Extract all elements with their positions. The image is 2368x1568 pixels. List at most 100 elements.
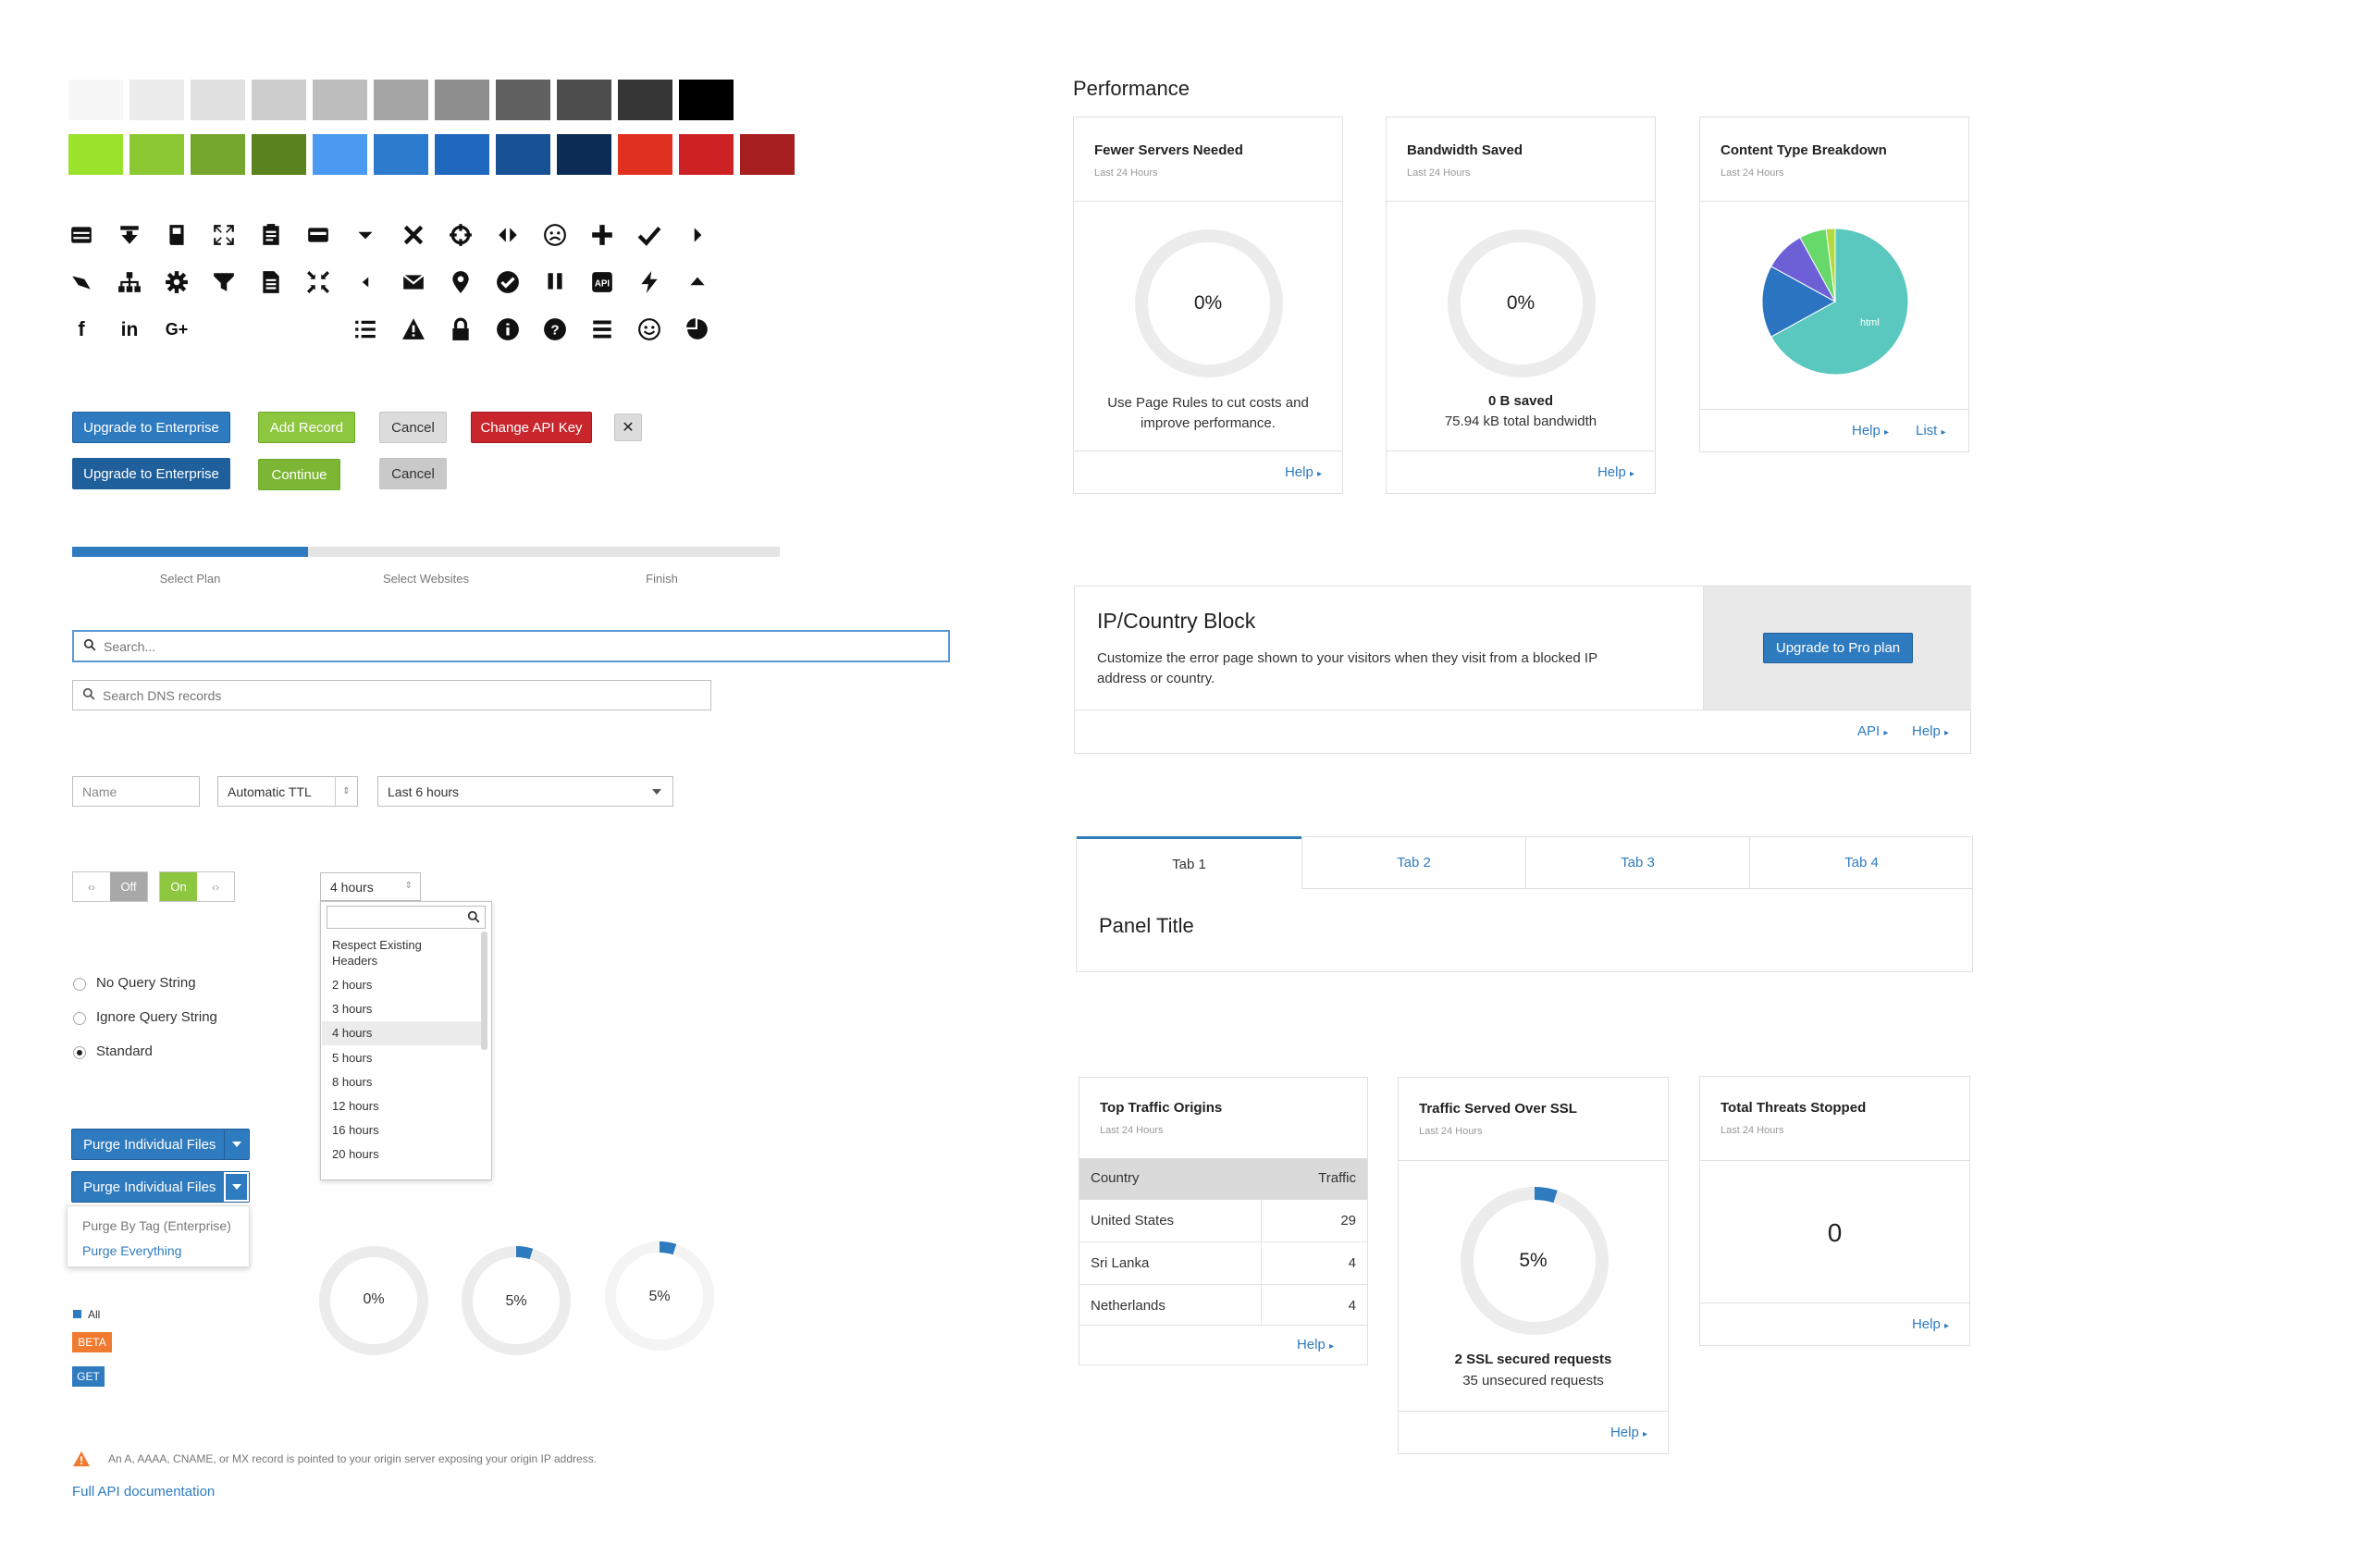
- dropdown-option[interactable]: 12 hours: [332, 1099, 379, 1113]
- ttl-dropdown-trigger[interactable]: 4 hours ⇕: [320, 872, 421, 901]
- purge-split-button[interactable]: Purge Individual Files: [71, 1129, 250, 1160]
- search-input[interactable]: [104, 638, 948, 654]
- full-api-docs-link[interactable]: Full API documentation: [72, 1484, 215, 1500]
- ttl-dropdown-search[interactable]: [327, 906, 486, 929]
- toggle-on[interactable]: On ‹›: [159, 871, 235, 902]
- purge-everything-item[interactable]: Purge Everything: [82, 1243, 181, 1258]
- column-header-country: Country: [1091, 1170, 1140, 1186]
- dns-search-box[interactable]: [72, 680, 711, 710]
- caret-right-icon: ▸: [1883, 728, 1889, 738]
- search-icon: [82, 687, 95, 703]
- mini-gauge-2: 5%: [603, 1240, 716, 1352]
- tab-1[interactable]: Tab 1: [1077, 836, 1301, 889]
- brand-swatch: [496, 134, 550, 175]
- wizard-step-select-plan: Select Plan: [159, 572, 221, 586]
- purge-split-button-open[interactable]: Purge Individual Files: [71, 1171, 250, 1203]
- mail-icon: [398, 266, 429, 298]
- search-icon: [83, 638, 96, 654]
- collapse-icon: [302, 266, 334, 298]
- close-button[interactable]: ✕: [614, 414, 642, 441]
- api-link[interactable]: API ▸: [1857, 723, 1888, 739]
- brand-swatch: [740, 134, 795, 175]
- search-icon: [467, 910, 480, 928]
- time-range-select[interactable]: Last 6 hours: [377, 776, 673, 807]
- table-row: United States 29: [1079, 1200, 1367, 1242]
- content-type-pie-chart: html: [1761, 228, 1909, 376]
- help-link[interactable]: Help ▸: [1597, 464, 1634, 480]
- radio-no-query-string[interactable]: [73, 978, 86, 991]
- expand-icon: [208, 219, 240, 251]
- chevron-down-icon[interactable]: [224, 1130, 249, 1159]
- cancel-button[interactable]: Cancel: [379, 412, 447, 443]
- continue-button[interactable]: Continue: [258, 459, 340, 490]
- radio-label: No Query String: [96, 975, 196, 991]
- warning-icon: [72, 1451, 91, 1472]
- caret-right-icon: ▸: [1884, 427, 1890, 438]
- caret-down-icon: [652, 789, 661, 795]
- dropdown-option[interactable]: 5 hours: [332, 1051, 372, 1065]
- search-box-focused[interactable]: [72, 630, 950, 662]
- dropdown-option[interactable]: 20 hours: [332, 1147, 379, 1161]
- warning-icon: [398, 314, 429, 345]
- grey-swatch: [374, 80, 428, 120]
- radio-ignore-query-string[interactable]: [73, 1012, 86, 1025]
- all-legend-swatch: [73, 1310, 81, 1318]
- country-cell: Netherlands: [1091, 1298, 1166, 1314]
- list-link[interactable]: List ▸: [1916, 423, 1946, 438]
- brand-swatch: [191, 134, 245, 175]
- sort-arrows-icon: ⇕: [335, 777, 357, 806]
- help-link[interactable]: Help ▸: [1912, 1316, 1949, 1332]
- linkedin-icon: in: [120, 318, 139, 340]
- purge-by-tag-item[interactable]: Purge By Tag (Enterprise): [82, 1218, 231, 1233]
- card-subtitle: Last 24 Hours: [1100, 1125, 1164, 1136]
- ip-block-title: IP/Country Block: [1097, 609, 1256, 633]
- dropdown-option-selected[interactable]: 4 hours: [332, 1026, 372, 1040]
- caret-right-icon: ▸: [1328, 1341, 1334, 1352]
- help-link[interactable]: Help ▸: [1297, 1337, 1334, 1352]
- get-badge: GET: [72, 1366, 105, 1387]
- card-footer: Help ▸: [1700, 1303, 1969, 1345]
- ip-block-description: Customize the error page shown to your v…: [1097, 650, 1597, 686]
- add-record-button[interactable]: Add Record: [258, 412, 355, 443]
- name-field[interactable]: Name: [72, 776, 200, 807]
- tab-2[interactable]: Tab 2: [1301, 837, 1525, 889]
- radio-standard[interactable]: [73, 1046, 86, 1059]
- brand-swatch: [313, 134, 367, 175]
- card-title: Top Traffic Origins: [1100, 1100, 1223, 1116]
- ttl-select-value: Automatic TTL: [228, 784, 312, 799]
- tab-4[interactable]: Tab 4: [1749, 837, 1973, 889]
- mini-gauge-0: 0%: [317, 1244, 430, 1357]
- grey-swatch: [679, 80, 734, 120]
- mini-gauge-1: 5%: [460, 1244, 573, 1357]
- dropdown-option[interactable]: 3 hours: [332, 1002, 372, 1016]
- crosshair-icon: [445, 219, 476, 251]
- ttl-select[interactable]: Automatic TTL ⇕: [217, 776, 358, 807]
- upgrade-enterprise-button[interactable]: Upgrade to Enterprise: [72, 412, 230, 443]
- dropdown-option[interactable]: 16 hours: [332, 1123, 379, 1137]
- total-bandwidth: 75.94 kB total bandwidth: [1444, 414, 1597, 429]
- card-subtitle: Last 24 Hours: [1720, 167, 1784, 179]
- change-api-key-button[interactable]: Change API Key: [471, 412, 592, 443]
- clipboard-icon: [255, 219, 287, 251]
- help-link[interactable]: Help ▸: [1852, 423, 1889, 438]
- help-link[interactable]: Help ▸: [1912, 723, 1949, 739]
- svg-text:?: ?: [550, 322, 559, 338]
- toggle-handle: ‹›: [197, 872, 234, 901]
- dns-search-input[interactable]: [103, 687, 710, 703]
- dropdown-scrollbar[interactable]: [481, 932, 487, 1050]
- content-type-card: Content Type Breakdown Last 24 Hours htm…: [1699, 117, 1969, 452]
- upgrade-enterprise-button-hover[interactable]: Upgrade to Enterprise: [72, 458, 230, 489]
- sort-arrows-icon: ⇕: [404, 881, 413, 891]
- dropdown-option[interactable]: Respect Existing Headers: [332, 937, 452, 969]
- chevron-down-icon[interactable]: [224, 1172, 249, 1202]
- upgrade-pro-button[interactable]: Upgrade to Pro plan: [1763, 633, 1913, 663]
- server-icon: [66, 219, 97, 251]
- dropdown-option[interactable]: 8 hours: [332, 1075, 372, 1089]
- dropdown-option[interactable]: 2 hours: [332, 978, 372, 992]
- help-link[interactable]: Help ▸: [1610, 1425, 1647, 1440]
- card-footer: Help ▸: [1074, 451, 1342, 493]
- toggle-off[interactable]: ‹› Off: [72, 871, 148, 902]
- cancel-button-hover[interactable]: Cancel: [379, 458, 447, 489]
- help-link[interactable]: Help ▸: [1285, 464, 1322, 480]
- tab-3[interactable]: Tab 3: [1525, 837, 1749, 889]
